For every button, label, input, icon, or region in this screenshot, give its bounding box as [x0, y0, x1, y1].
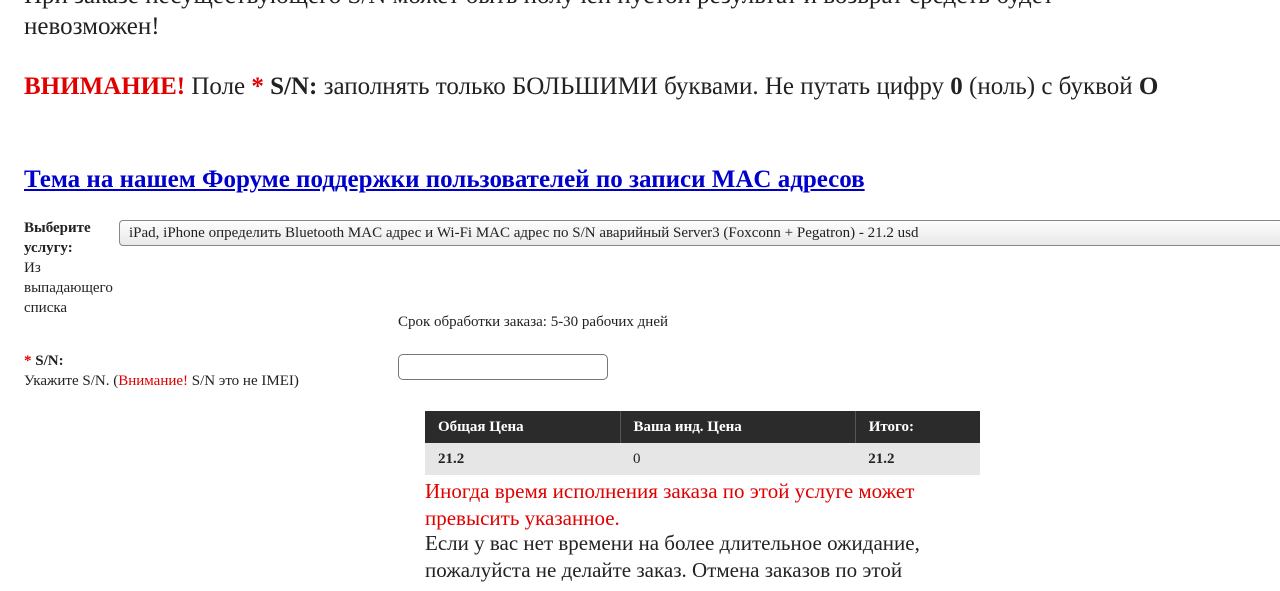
- sn-hint: Укажите S/N. (Внимание! S/N это не IMEI): [24, 371, 299, 391]
- warning-letter-o: O: [1138, 73, 1159, 100]
- service-select[interactable]: iPad, iPhone определить Bluetooth MAC ад…: [119, 220, 1280, 246]
- cancel-notice: Если у вас нет времени на более длительн…: [425, 531, 920, 582]
- warning-text-2: (ноль) с буквой: [969, 73, 1133, 100]
- processing-time-text: Срок обработки заказа: 5-30 рабочих дней: [398, 314, 668, 330]
- delay-notice: Иногда время исполнения заказа по этой у…: [425, 479, 915, 530]
- header-individual-price: Ваша инд. Цена: [620, 411, 856, 443]
- service-hint: Из выпадающего списка: [24, 260, 113, 316]
- sn-hint-attention: Внимание!: [118, 373, 189, 389]
- uppercase-warning: ВНИМАНИЕ! Поле * S/N: заполнять только Б…: [24, 71, 1224, 102]
- sn-hint-suffix: S/N это не IMEI): [188, 373, 299, 389]
- service-label-block: Выберите услугу: Из выпадающего списка: [24, 218, 124, 318]
- price-table: Общая Цена Ваша инд. Цена Итого: 21.2 0 …: [425, 411, 980, 475]
- sn-hint-prefix: Укажите S/N. (: [24, 373, 119, 389]
- cell-individual-price: 0: [620, 443, 856, 475]
- header-grand-total: Итого:: [855, 411, 980, 443]
- warning-field-prefix: Поле: [191, 73, 246, 100]
- sn-input[interactable]: [398, 354, 608, 380]
- required-star: *: [251, 73, 264, 100]
- intro-text-line2: невозможен!: [24, 13, 160, 40]
- cell-total-price: 21.2: [425, 443, 621, 475]
- price-table-header: Общая Цена Ваша инд. Цена Итого:: [425, 411, 980, 443]
- warning-field-name: S/N:: [270, 73, 318, 100]
- warning-zero: 0: [950, 73, 963, 100]
- header-total-price: Общая Цена: [425, 411, 621, 443]
- forum-topic-link[interactable]: Тема на нашем Форуме поддержки пользоват…: [24, 164, 865, 195]
- cell-grand-total: 21.2: [855, 443, 980, 475]
- service-label: Выберите услугу:: [24, 220, 91, 256]
- warning-text-1: заполнять только БОЛЬШИМИ буквами. Не пу…: [323, 73, 944, 100]
- table-row: 21.2 0 21.2: [425, 443, 980, 475]
- warning-title: ВНИМАНИЕ!: [24, 73, 186, 100]
- intro-text-line1: При заказе несуществующего S/N может быт…: [24, 0, 1054, 11]
- sn-label: S/N:: [35, 353, 64, 369]
- sn-label-block: * S/N: Укажите S/N. (Внимание! S/N это н…: [24, 351, 299, 391]
- sn-required-star: *: [24, 353, 32, 369]
